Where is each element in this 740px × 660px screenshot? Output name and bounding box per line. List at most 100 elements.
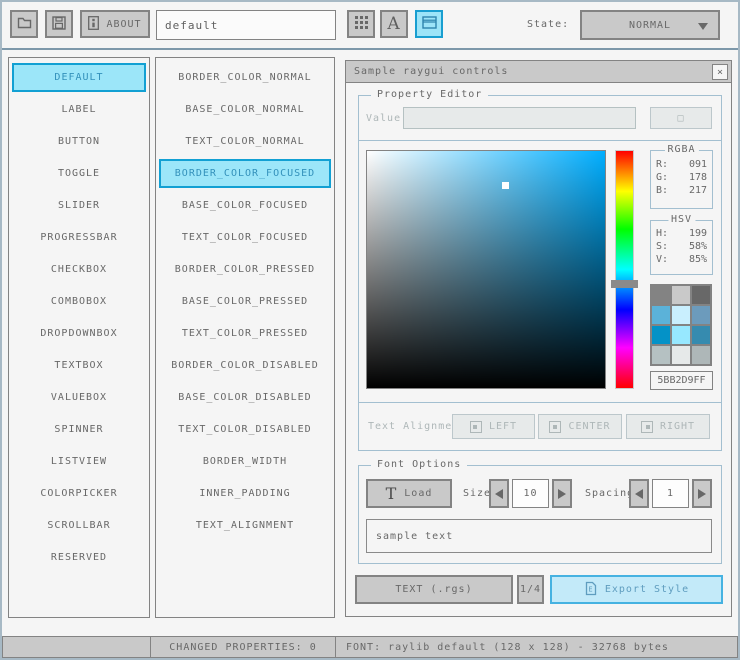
control-list-item[interactable]: DEFAULT xyxy=(12,63,146,92)
control-list-item[interactable]: BUTTON xyxy=(12,127,146,156)
property-list-item[interactable]: BASE_COLOR_FOCUSED xyxy=(159,191,331,220)
control-list-item[interactable]: LISTVIEW xyxy=(12,447,146,476)
hue-bar[interactable] xyxy=(611,150,638,389)
spacing-value-box[interactable]: 1 xyxy=(652,479,689,508)
status-changed-properties: CHANGED PROPERTIES: 0 xyxy=(150,636,336,658)
status-left xyxy=(2,636,151,658)
spacing-decrease-button[interactable] xyxy=(629,479,649,508)
rgba-group: RGBA R: 091 G: 178 B: 217 xyxy=(650,144,713,209)
palette-swatch[interactable] xyxy=(652,346,670,364)
property-list-item[interactable]: BORDER_COLOR_DISABLED xyxy=(159,351,331,380)
align-center-icon xyxy=(549,420,562,433)
hex-color-box[interactable]: 5BB2D9FF xyxy=(650,371,713,390)
controls-list: DEFAULT LABEL BUTTON TOGGLE SLIDER PROGRESSBA… xyxy=(8,57,150,618)
control-list-item[interactable]: CHECKBOX xyxy=(12,255,146,284)
control-list-item[interactable]: SCROLLBAR xyxy=(12,511,146,540)
hue-slider-handle[interactable] xyxy=(611,280,638,288)
palette-swatch[interactable] xyxy=(692,286,710,304)
format-page-indicator[interactable]: 1/4 xyxy=(517,575,544,604)
changed-properties-text: CHANGED PROPERTIES: 0 xyxy=(169,641,317,653)
square-glyph-icon: □ xyxy=(677,112,685,124)
h-value: 199 xyxy=(688,228,707,239)
g-value: 178 xyxy=(688,172,707,183)
open-style-button[interactable] xyxy=(10,10,38,38)
palette-swatch[interactable] xyxy=(652,286,670,304)
property-list-item[interactable]: TEXT_ALIGNMENT xyxy=(159,511,331,540)
rguistyler-app: ABOUT A State: NORMAL DEFAULT LABEL BUTTON… xyxy=(0,0,740,660)
property-list-item[interactable]: INNER_PADDING xyxy=(159,479,331,508)
property-list-item[interactable]: TEXT_COLOR_FOCUSED xyxy=(159,223,331,252)
spacing-increase-button[interactable] xyxy=(692,479,712,508)
palette-swatch[interactable] xyxy=(692,326,710,344)
export-file-icon: E xyxy=(584,581,598,599)
export-style-button[interactable]: E Export Style xyxy=(550,575,723,604)
save-floppy-icon xyxy=(52,15,66,33)
control-list-item[interactable]: RESERVED xyxy=(12,543,146,572)
g-label: G: xyxy=(656,172,669,183)
about-button[interactable]: ABOUT xyxy=(80,10,150,38)
property-list-item[interactable]: BORDER_COLOR_PRESSED xyxy=(159,255,331,284)
property-list-item[interactable]: TEXT_COLOR_DISABLED xyxy=(159,415,331,444)
value-apply-button[interactable]: □ xyxy=(650,107,712,129)
style-name-input[interactable] xyxy=(156,10,336,40)
align-right-button[interactable]: RIGHT xyxy=(626,414,710,439)
control-list-item[interactable]: COLORPICKER xyxy=(12,479,146,508)
v-value: 85% xyxy=(688,254,707,265)
property-list-item[interactable]: BASE_COLOR_DISABLED xyxy=(159,383,331,412)
sample-text-box[interactable]: sample text xyxy=(366,519,712,553)
view-font-atlas-button[interactable]: A xyxy=(380,10,408,38)
arrow-right-icon xyxy=(698,488,706,499)
value-label: Value: xyxy=(366,113,409,124)
control-list-item[interactable]: TEXTBOX xyxy=(12,351,146,380)
properties-list: BORDER_COLOR_NORMAL BASE_COLOR_NORMAL TEXT… xyxy=(155,57,335,618)
color-cursor[interactable] xyxy=(502,182,509,189)
rgba-title: RGBA xyxy=(664,144,699,155)
palette-swatch[interactable] xyxy=(672,326,690,344)
font-T-icon: T xyxy=(385,483,398,503)
control-list-item[interactable]: PROGRESSBAR xyxy=(12,223,146,252)
state-value: NORMAL xyxy=(628,19,672,31)
export-format-label: TEXT (.rgs) xyxy=(395,584,473,595)
palette-swatch[interactable] xyxy=(692,346,710,364)
property-list-item[interactable]: BASE_COLOR_NORMAL xyxy=(159,95,331,124)
palette-swatch[interactable] xyxy=(672,286,690,304)
control-list-item[interactable]: TOGGLE xyxy=(12,159,146,188)
align-left-button[interactable]: LEFT xyxy=(452,414,535,439)
palette-swatch[interactable] xyxy=(692,306,710,324)
hex-color-value: 5BB2D9FF xyxy=(657,375,706,386)
control-list-item[interactable]: VALUEBOX xyxy=(12,383,146,412)
size-decrease-button[interactable] xyxy=(489,479,509,508)
color-saturation-value-panel[interactable] xyxy=(366,150,606,389)
property-list-item[interactable]: BASE_COLOR_PRESSED xyxy=(159,287,331,316)
property-editor-title: Property Editor xyxy=(371,89,489,100)
value-input[interactable] xyxy=(403,107,636,129)
property-list-item[interactable]: TEXT_COLOR_NORMAL xyxy=(159,127,331,156)
property-list-item[interactable]: TEXT_COLOR_PRESSED xyxy=(159,319,331,348)
align-center-button[interactable]: CENTER xyxy=(538,414,622,439)
control-list-item[interactable]: COMBOBOX xyxy=(12,287,146,316)
status-font-info: FONT: raylib default (128 x 128) - 32768… xyxy=(335,636,738,658)
font-load-button[interactable]: T Load xyxy=(366,479,452,508)
window-close-button[interactable]: × xyxy=(712,64,728,80)
view-style-table-button[interactable] xyxy=(347,10,375,38)
control-list-item[interactable]: SLIDER xyxy=(12,191,146,220)
export-format-button[interactable]: TEXT (.rgs) xyxy=(355,575,513,604)
window-titlebar[interactable]: Sample raygui controls xyxy=(346,61,731,83)
palette-swatch[interactable] xyxy=(652,306,670,324)
size-value-box[interactable]: 10 xyxy=(512,479,549,508)
control-list-item[interactable]: SPINNER xyxy=(12,415,146,444)
palette-swatch[interactable] xyxy=(652,326,670,344)
control-list-item[interactable]: LABEL xyxy=(12,95,146,124)
info-icon xyxy=(88,15,100,33)
about-label: ABOUT xyxy=(106,18,142,30)
property-list-item[interactable]: BORDER_WIDTH xyxy=(159,447,331,476)
property-list-item[interactable]: BORDER_COLOR_NORMAL xyxy=(159,63,331,92)
state-dropdown[interactable]: NORMAL xyxy=(580,10,720,40)
palette-swatch[interactable] xyxy=(672,346,690,364)
property-list-item[interactable]: BORDER_COLOR_FOCUSED xyxy=(159,159,331,188)
control-list-item[interactable]: DROPDOWNBOX xyxy=(12,319,146,348)
save-style-button[interactable] xyxy=(45,10,73,38)
size-increase-button[interactable] xyxy=(552,479,572,508)
view-controls-button[interactable] xyxy=(415,10,443,38)
palette-swatch[interactable] xyxy=(672,306,690,324)
